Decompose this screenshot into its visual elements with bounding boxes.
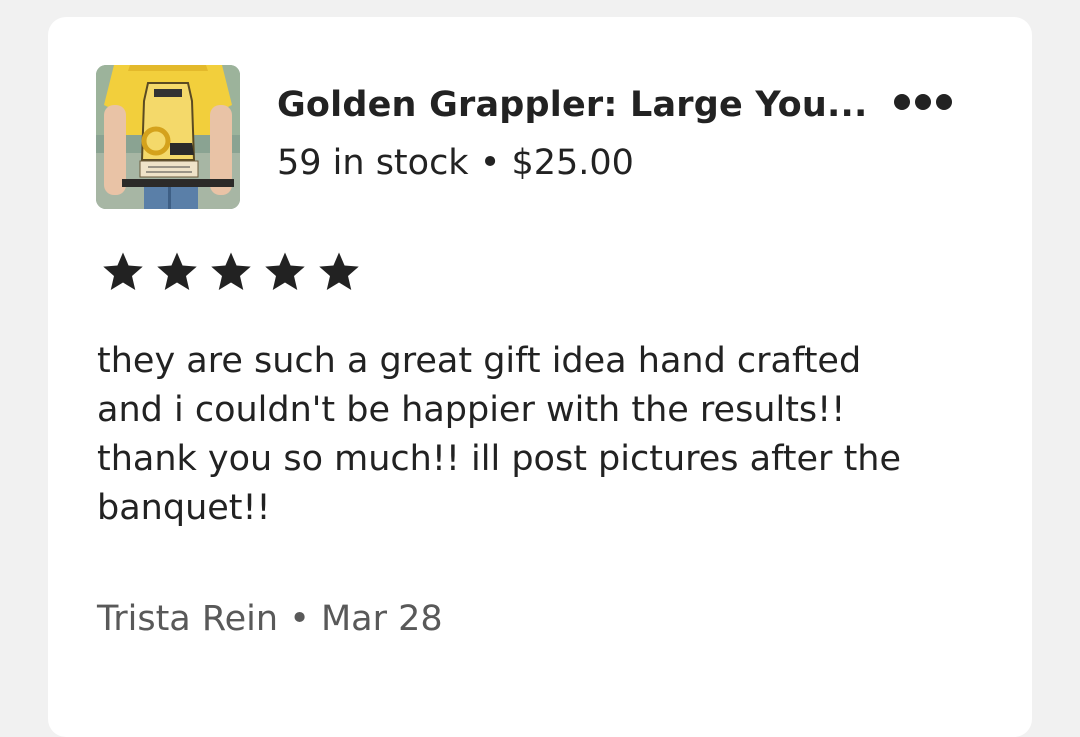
more-horizontal-icon-dot [915, 94, 931, 110]
listing-title[interactable]: Golden Grappler: Large You... [277, 85, 868, 125]
more-horizontal-icon [894, 94, 910, 110]
more-options-button[interactable] [888, 87, 958, 117]
review-text-line: banquet!! [97, 488, 271, 528]
star-icon [319, 252, 359, 291]
trophy-product-image [96, 65, 240, 209]
star-icon [103, 252, 143, 291]
review-text: they are such a great gift idea hand cra… [97, 337, 997, 533]
star-icon [265, 252, 305, 291]
review-text-line: thank you so much!! ill post pictures af… [97, 439, 902, 479]
review-text-line: they are such a great gift idea hand cra… [97, 341, 862, 381]
star-icon [211, 252, 251, 291]
star-rating [100, 249, 362, 295]
star-icon [157, 252, 197, 291]
more-horizontal-icon-dot [936, 94, 952, 110]
reviewer-byline: Trista Rein • Mar 28 [97, 599, 443, 639]
review-text-line: and i couldn't be happier with the resul… [97, 390, 846, 430]
review-card: Golden Grappler: Large You... 59 in stoc… [48, 17, 1032, 737]
product-thumbnail[interactable] [96, 65, 240, 209]
stock-and-price: 59 in stock • $25.00 [277, 143, 634, 183]
